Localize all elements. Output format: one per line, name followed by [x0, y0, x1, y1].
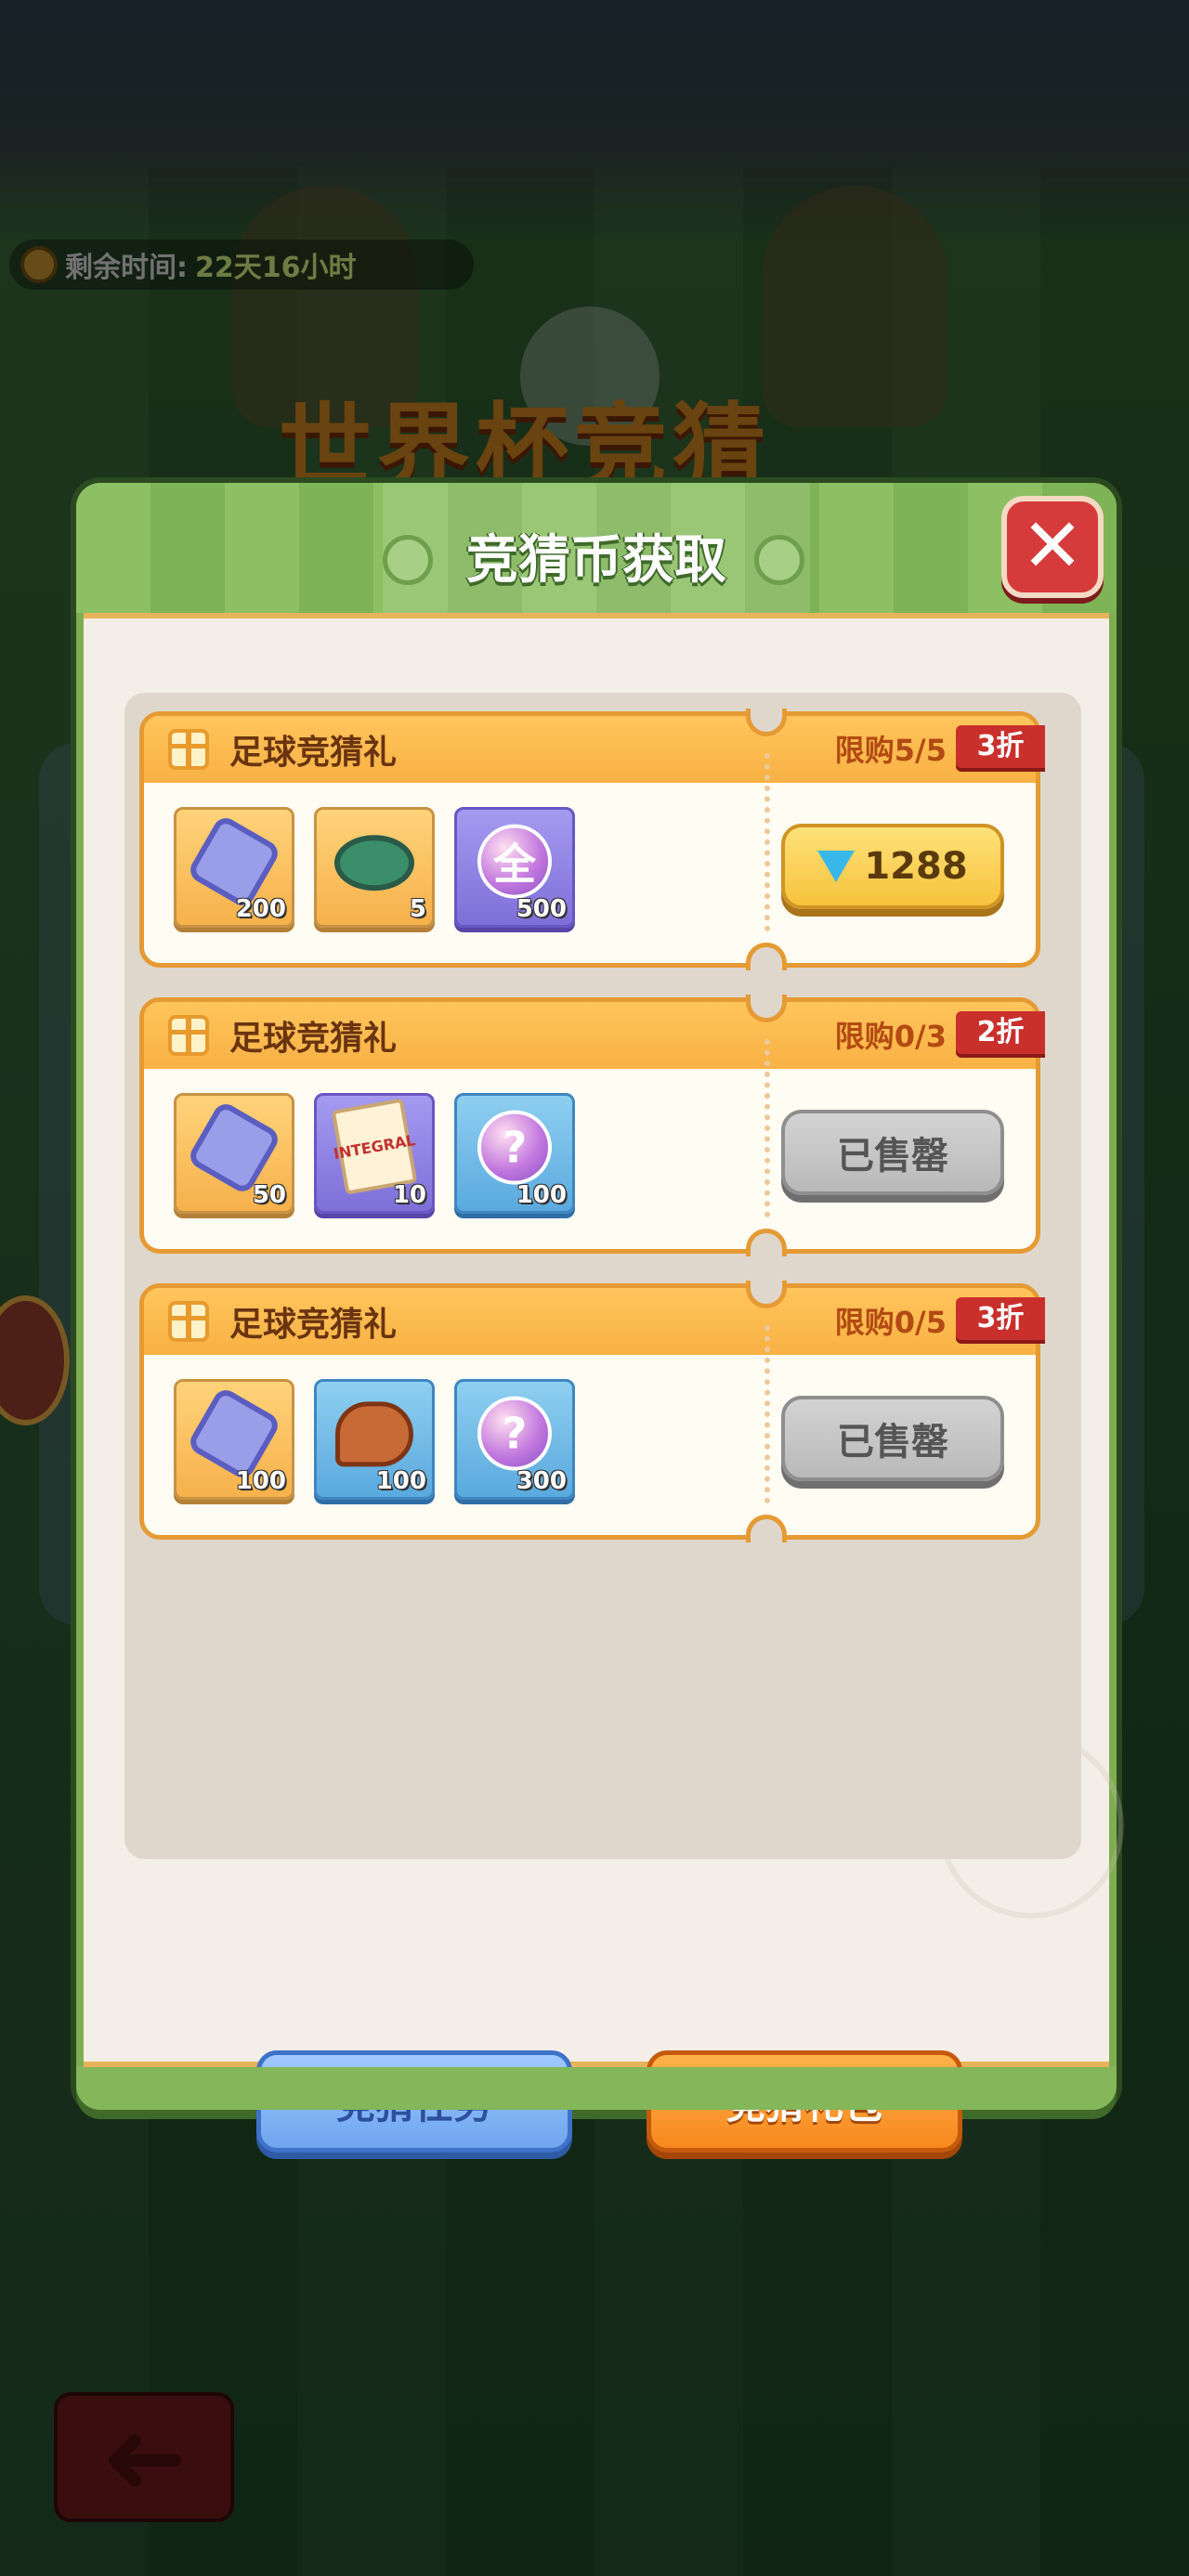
- item-count: 50: [252, 1181, 286, 1209]
- purchase-limit: 限购5/5: [834, 733, 947, 768]
- discount-badge: 2折: [956, 1011, 1045, 1054]
- gift-box-icon: [168, 1015, 209, 1056]
- item-count: 10: [392, 1181, 426, 1209]
- reward-item[interactable]: 100: [314, 1379, 435, 1500]
- reward-item[interactable]: 100: [174, 1379, 294, 1500]
- reward-item[interactable]: ? 100: [454, 1093, 575, 1214]
- spinning-top-icon: [334, 835, 414, 891]
- price-label: 1288: [864, 845, 968, 888]
- gift-card: 足球竞猜礼 限购0/5 3折 100 100 ? 300 已售罄: [139, 1281, 1045, 1542]
- mystery-orb-icon: ?: [477, 1110, 552, 1185]
- modal-body: 足球竞猜礼 限购5/5 3折 200 5 全 500 1288 足球竞猜礼 限购…: [84, 613, 1124, 2153]
- reward-item[interactable]: 5: [314, 807, 435, 928]
- sold-out-label: 已售罄: [837, 1135, 948, 1177]
- reward-item[interactable]: 全 500: [454, 807, 575, 928]
- buy-button[interactable]: 1288: [781, 824, 1004, 909]
- sold-out-button[interactable]: 已售罄: [781, 1110, 1004, 1195]
- sold-out-button[interactable]: 已售罄: [781, 1396, 1004, 1481]
- discount-badge: 3折: [956, 725, 1045, 768]
- gift-box-icon: [168, 1301, 209, 1342]
- meat-icon: [335, 1401, 413, 1467]
- purchase-limit: 限购0/3: [834, 1019, 947, 1054]
- item-count: 100: [235, 1467, 286, 1495]
- reward-item[interactable]: 200: [174, 807, 294, 928]
- gift-title: 足球竞猜礼: [229, 1306, 398, 1344]
- close-button[interactable]: ✕: [1001, 496, 1104, 598]
- close-icon: ✕: [1021, 502, 1084, 589]
- gift-card: 足球竞猜礼 限购0/3 2折 50 INTEGRAL 10 ? 100 已售罄: [139, 995, 1045, 1256]
- discount-badge: 3折: [956, 1297, 1045, 1340]
- sold-out-label: 已售罄: [837, 1421, 948, 1464]
- gift-list[interactable]: 足球竞猜礼 限购5/5 3折 200 5 全 500 1288 足球竞猜礼 限购…: [124, 693, 1081, 1859]
- item-count: 500: [516, 895, 567, 923]
- item-count: 100: [375, 1467, 426, 1495]
- gift-title: 足球竞猜礼: [229, 734, 398, 772]
- gift-title: 足球竞猜礼: [229, 1020, 398, 1058]
- modal-header: 竞猜币获取 ✕: [76, 483, 1117, 613]
- item-count: 300: [516, 1467, 567, 1495]
- reward-item[interactable]: ? 300: [454, 1379, 575, 1500]
- all-orb-icon: 全: [477, 824, 552, 899]
- item-count: 100: [516, 1181, 567, 1209]
- item-count: 5: [409, 895, 426, 923]
- mystery-orb-icon: ?: [477, 1396, 552, 1471]
- item-count: 200: [235, 895, 286, 923]
- reward-item[interactable]: INTEGRAL 10: [314, 1093, 435, 1214]
- modal-title: 竞猜币获取: [466, 530, 726, 591]
- gift-box-icon: [168, 729, 209, 770]
- gift-card: 足球竞猜礼 限购5/5 3折 200 5 全 500 1288: [139, 709, 1045, 970]
- modal-footer: [76, 2067, 1117, 2110]
- reward-item[interactable]: 50: [174, 1093, 294, 1214]
- coin-acquire-modal: 竞猜币获取 ✕ 足球竞猜礼 限购5/5 3折 200 5 全 500 1288 …: [76, 483, 1124, 2153]
- purchase-limit: 限购0/5: [834, 1305, 947, 1340]
- diamond-icon: [817, 851, 856, 882]
